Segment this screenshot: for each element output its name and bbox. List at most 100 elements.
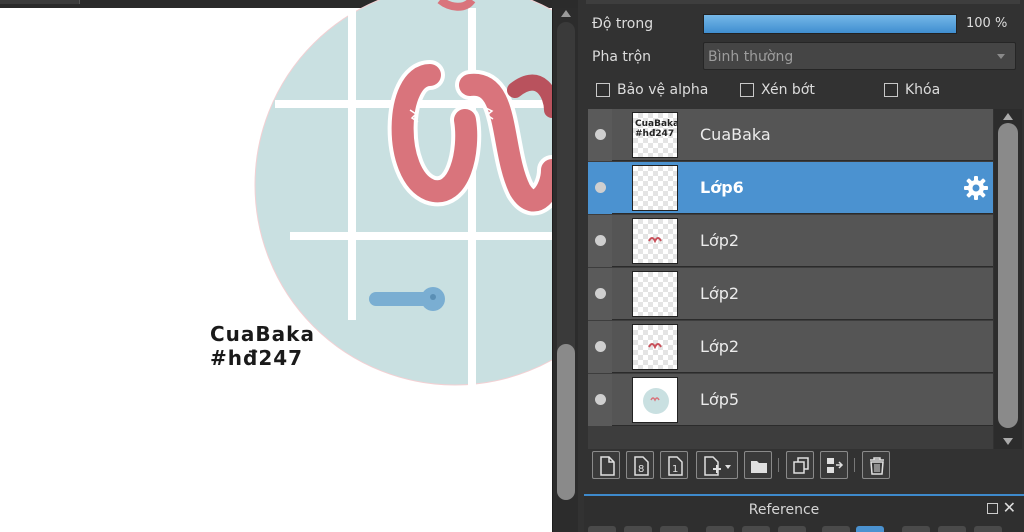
new-8bit-layer-icon: 8 [634, 456, 649, 476]
checkbox-box[interactable] [596, 83, 610, 97]
drawing-canvas[interactable]: CuaBaka #hđ247 [0, 0, 552, 532]
layer-name: Lớp2 [700, 231, 740, 250]
scroll-up-arrow-icon[interactable] [561, 10, 571, 17]
thumbnail-caption: CuaBaka #hđ247 [635, 119, 678, 139]
signature-text: CuaBaka #hđ247 [210, 322, 315, 370]
opacity-slider[interactable] [703, 14, 957, 34]
eye-icon[interactable] [595, 235, 606, 246]
visibility-toggle[interactable] [588, 109, 612, 161]
scroll-up-arrow-icon[interactable] [1003, 113, 1013, 120]
reference-tool-button[interactable] [624, 526, 652, 532]
layer-name: Lớp6 [700, 178, 744, 197]
eye-icon[interactable] [595, 341, 606, 352]
reference-tool-button[interactable] [822, 526, 850, 532]
new-8bit-layer-button[interactable]: 8 [626, 451, 654, 479]
visibility-toggle[interactable] [588, 268, 612, 320]
layer-list: CuaBaka #hđ247 CuaBaka Lớp6 Lớp2 Lớp2 Lớ… [588, 109, 993, 449]
thumbnail-art [643, 388, 669, 414]
new-layer-button[interactable] [592, 451, 620, 479]
eye-icon[interactable] [595, 394, 606, 405]
layer-thumbnail [632, 324, 678, 370]
blend-mode-select[interactable]: Bình thường [703, 42, 1016, 70]
layer-name: CuaBaka [700, 125, 771, 144]
gear-icon[interactable] [963, 175, 989, 201]
reference-panel: Reference ✕ [584, 494, 1024, 532]
visibility-toggle[interactable] [588, 215, 612, 267]
undock-icon[interactable] [987, 503, 998, 514]
svg-text:8: 8 [638, 464, 644, 475]
layer-row-selected[interactable]: Lớp6 [588, 162, 993, 214]
eye-icon[interactable] [595, 182, 606, 193]
new-1bit-layer-icon: 1 [668, 456, 683, 476]
duplicate-layer-button[interactable] [786, 451, 814, 479]
merge-down-button[interactable] [820, 451, 848, 479]
layer-scroll-thumb[interactable] [998, 123, 1018, 428]
thumbnail-art [648, 237, 662, 244]
layer-list-scrollbar[interactable] [994, 109, 1022, 449]
reference-tool-button[interactable] [660, 526, 688, 532]
new-1bit-layer-button[interactable]: 1 [660, 451, 688, 479]
clipping-label: Xén bớt [761, 82, 815, 98]
clipping-checkbox[interactable]: Xén bớt [740, 82, 815, 98]
app-window: CuaBaka #hđ247 Độ trong 100 % Pha trộn B… [0, 0, 1024, 532]
layer-thumbnail [632, 165, 678, 211]
thumbnail-art [648, 343, 662, 350]
checkbox-box[interactable] [884, 83, 898, 97]
layer-row[interactable]: CuaBaka #hđ247 CuaBaka [588, 109, 993, 161]
new-layer-icon [600, 456, 615, 476]
layer-thumbnail [632, 377, 678, 423]
layer-panel: Độ trong 100 % Pha trộn Bình thường Bảo … [578, 0, 1024, 532]
blend-mode-value: Bình thường [708, 49, 794, 65]
reference-tool-button[interactable] [902, 526, 930, 532]
duplicate-layer-icon [793, 457, 809, 474]
visibility-toggle[interactable] [588, 374, 612, 426]
canvas-vertical-scrollbar[interactable] [552, 8, 578, 532]
reference-tool-button[interactable] [588, 526, 616, 532]
opacity-slider-fill [704, 15, 956, 33]
chevron-down-icon [997, 54, 1005, 59]
new-folder-button[interactable] [744, 451, 772, 479]
toolbar-divider [854, 458, 855, 472]
add-layer-menu-button[interactable] [696, 451, 738, 479]
reference-tool-button[interactable] [938, 526, 966, 532]
signature-line-1: CuaBaka [210, 322, 315, 346]
svg-text:1: 1 [672, 464, 678, 475]
toolbar-divider [778, 458, 779, 472]
visibility-toggle[interactable] [588, 162, 612, 214]
layer-name: Lớp2 [700, 284, 740, 303]
layer-name: Lớp2 [700, 337, 740, 356]
opacity-label: Độ trong [592, 16, 654, 32]
lock-checkbox[interactable]: Khóa [884, 82, 940, 98]
reference-tool-button[interactable] [742, 526, 770, 532]
reference-tool-button[interactable] [778, 526, 806, 532]
canvas-artwork [254, 0, 552, 386]
eye-icon[interactable] [595, 129, 606, 140]
reference-tool-button-active[interactable] [856, 526, 884, 532]
reference-tool-button[interactable] [974, 526, 1002, 532]
scroll-down-arrow-icon[interactable] [1003, 438, 1013, 445]
layer-row[interactable]: Lớp2 [588, 268, 993, 320]
delete-layer-button[interactable] [862, 451, 890, 479]
protect-alpha-label: Bảo vệ alpha [617, 82, 709, 98]
reference-panel-title: Reference [748, 502, 820, 518]
layer-toolbar: 8 1 [588, 447, 1022, 485]
layer-thumbnail: CuaBaka #hđ247 [632, 112, 678, 158]
merge-down-icon [827, 458, 844, 473]
layer-thumbnail [632, 271, 678, 317]
protect-alpha-checkbox[interactable]: Bảo vệ alpha [596, 82, 708, 98]
opacity-value: 100 % [966, 16, 1008, 31]
add-layer-menu-icon [704, 456, 731, 476]
folder-icon [751, 461, 767, 473]
visibility-toggle[interactable] [588, 321, 612, 373]
checkbox-box[interactable] [740, 83, 754, 97]
layer-row[interactable]: Lớp2 [588, 321, 993, 373]
panel-header-edge [586, 0, 1020, 4]
delete-layer-icon [870, 457, 884, 475]
reference-tool-button[interactable] [706, 526, 734, 532]
layer-row[interactable]: Lớp5 [588, 374, 993, 426]
canvas-scroll-thumb[interactable] [557, 344, 575, 500]
layer-thumbnail [632, 218, 678, 264]
close-icon[interactable]: ✕ [1003, 498, 1016, 517]
layer-row[interactable]: Lớp2 [588, 215, 993, 267]
eye-icon[interactable] [595, 288, 606, 299]
